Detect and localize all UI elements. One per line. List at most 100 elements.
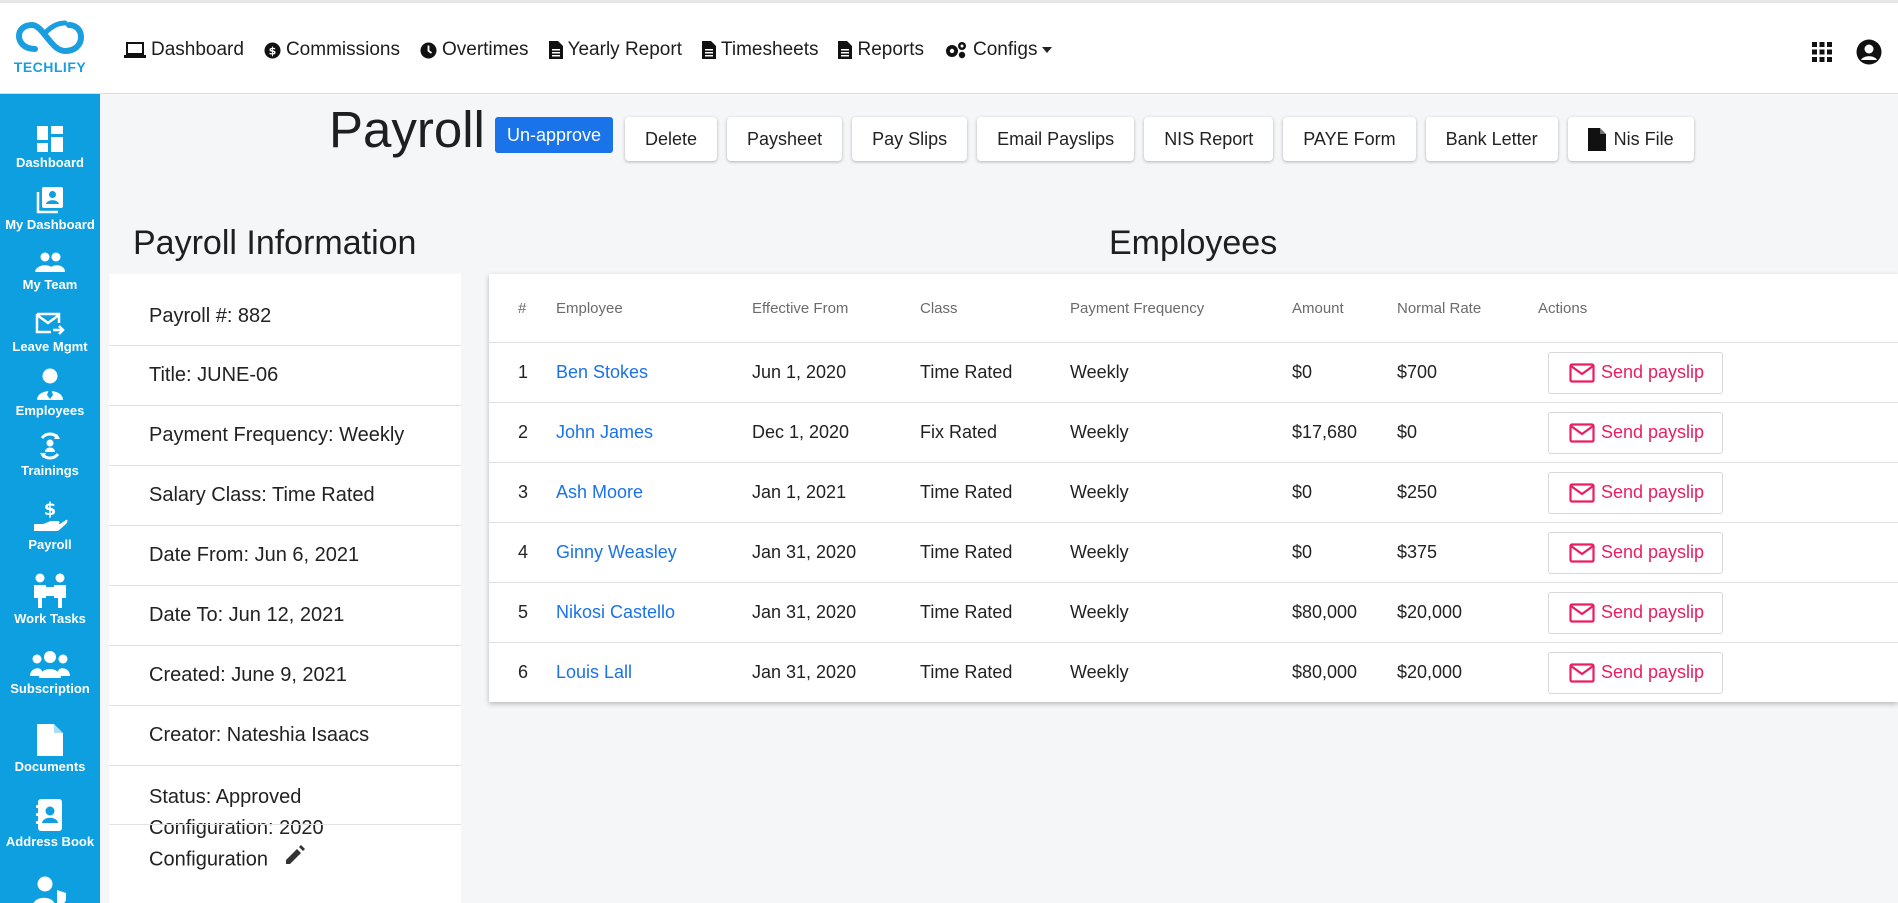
amount-cell: $80,000 (1292, 662, 1358, 682)
amount-cell: $0 (1292, 342, 1397, 403)
nav-configs-label: Configs (973, 39, 1038, 60)
sidebar-item-address-book[interactable]: Address Book (0, 799, 100, 849)
info-row-payroll-number: Payroll #: 882 (109, 274, 461, 346)
envelope-icon (1569, 602, 1595, 623)
sidebar-item-my-dashboard[interactable]: My Dashboard (0, 186, 100, 232)
frequency-cell: Weekly (1070, 402, 1292, 463)
nav-overtimes-label: Overtimes (441, 39, 529, 60)
info-row-payment-frequency: Payment Frequency: Weekly (109, 406, 461, 466)
info-status-configuration: Status: Approved Configuration: 2020 Con… (109, 766, 461, 876)
row-number: 6 (518, 662, 529, 682)
nis-file-button[interactable]: Nis File (1567, 117, 1694, 161)
group-icon (30, 651, 70, 678)
nav-timesheets[interactable]: Timesheets (701, 39, 818, 61)
payroll-action-toolbar: Delete Paysheet Pay Slips Email Payslips… (625, 117, 1704, 161)
table-header-row: # Employee Effective From Class Payment … (489, 274, 1898, 343)
send-payslip-button[interactable]: Send payslip (1548, 531, 1724, 574)
email-payslips-button[interactable]: Email Payslips (977, 117, 1135, 161)
employee-name-link[interactable]: Ginny Weasley (556, 542, 677, 562)
amount-cell: $80,000 (1292, 582, 1397, 643)
nis-report-button[interactable]: NIS Report (1144, 117, 1274, 161)
row-number: 1 (489, 342, 556, 403)
chevron-down-icon (1042, 47, 1053, 53)
frequency-cell: Weekly (1070, 582, 1292, 643)
send-payslip-button[interactable]: Send payslip (1548, 471, 1724, 514)
send-payslip-label: Send payslip (1601, 602, 1705, 622)
nav-dashboard[interactable]: Dashboard (124, 39, 244, 61)
send-payslip-button[interactable]: Send payslip (1548, 351, 1724, 394)
sidebar-item-label: Trainings (21, 463, 79, 478)
sidebar-item-subscription[interactable]: Subscription (0, 650, 100, 696)
nav-reports[interactable]: Reports (838, 39, 924, 61)
nav-overtimes[interactable]: Overtimes (420, 39, 529, 61)
sidebar-item-label: Dashboard (16, 155, 84, 170)
divider (109, 824, 461, 825)
class-cell: Time Rated (920, 342, 1070, 403)
employees-table: # Employee Effective From Class Payment … (489, 274, 1898, 702)
employee-name-link[interactable]: Ben Stokes (556, 362, 648, 382)
payroll-information-heading: Payroll Information (133, 224, 417, 262)
pay-slips-button[interactable]: Pay Slips (852, 117, 968, 161)
techlify-logo[interactable]: TECHLIFY (8, 19, 92, 81)
sidebar-item-leave-mgmt[interactable]: Leave Mgmt (0, 312, 100, 354)
gears-icon (946, 42, 967, 59)
top-right-tools (1788, 39, 1882, 65)
info-configuration-line2: Configuration (149, 848, 268, 871)
nav-configs-dropdown[interactable]: Configs (944, 39, 1053, 61)
table-row: 5 Nikosi Castello Jan 31, 2020 Time Rate… (489, 582, 1898, 643)
paye-form-button[interactable]: PAYE Form (1283, 117, 1416, 161)
address-book-icon (36, 799, 62, 831)
info-row-salary-class: Salary Class: Time Rated (109, 466, 461, 526)
sidebar-item-dashboard[interactable]: Dashboard (0, 126, 100, 170)
send-payslip-button[interactable]: Send payslip (1548, 411, 1724, 454)
effective-from-cell: Jan 31, 2020 (752, 662, 857, 682)
paysheet-button[interactable]: Paysheet (727, 117, 843, 161)
sidebar-item-my-team[interactable]: My Team (0, 252, 100, 292)
info-row-date-from: Date From: Jun 6, 2021 (109, 526, 461, 586)
document-icon (701, 41, 716, 59)
sidebar: Dashboard My Dashboard My Team Leave Mgm… (0, 94, 100, 903)
file-icon (37, 724, 63, 756)
un-approve-button[interactable]: Un-approve (495, 117, 614, 153)
sidebar-item-payroll[interactable]: $ Payroll (0, 498, 100, 552)
svg-text:$: $ (44, 499, 57, 520)
bank-letter-button[interactable]: Bank Letter (1425, 117, 1558, 161)
employee-icon (37, 368, 63, 400)
send-payslip-button[interactable]: Send payslip (1548, 591, 1724, 634)
nis-file-label: Nis File (1613, 128, 1674, 149)
clock-icon (420, 42, 437, 58)
employee-name-link[interactable]: Louis Lall (556, 662, 632, 682)
nav-yearly-report[interactable]: Yearly Report (548, 39, 682, 61)
sidebar-item-more[interactable] (0, 876, 100, 903)
row-number: 5 (489, 582, 556, 643)
employee-name-link[interactable]: Ash Moore (556, 482, 643, 502)
sidebar-item-employees[interactable]: Employees (0, 368, 100, 418)
sidebar-item-label: Payroll (28, 537, 72, 552)
user-account-icon[interactable] (1856, 39, 1882, 65)
table-row: 1 Ben Stokes Jun 1, 2020 Time Rated Week… (489, 342, 1898, 403)
apps-grid-icon[interactable] (1812, 42, 1832, 62)
sidebar-item-label: Documents (14, 759, 86, 774)
team-icon (35, 252, 65, 272)
employee-name-link[interactable]: John James (556, 422, 653, 442)
frequency-cell: Weekly (1070, 522, 1292, 583)
edit-pencil-icon[interactable] (284, 844, 306, 876)
frequency-cell: Weekly (1070, 662, 1129, 682)
sidebar-item-label: Subscription (10, 681, 90, 696)
envelope-icon (1569, 662, 1595, 683)
column-header-class: Class (920, 274, 1070, 343)
sidebar-item-work-tasks[interactable]: Work Tasks (0, 572, 100, 626)
employee-name-link[interactable]: Nikosi Castello (556, 602, 675, 622)
info-row-created: Created: June 9, 2021 (109, 646, 461, 706)
table-row: 4 Ginny Weasley Jan 31, 2020 Time Rated … (489, 522, 1898, 583)
row-number: 2 (489, 402, 556, 463)
sidebar-item-documents[interactable]: Documents (0, 724, 100, 774)
column-header-normal-rate: Normal Rate (1397, 274, 1538, 343)
sidebar-item-trainings[interactable]: Trainings (0, 432, 100, 478)
delete-button[interactable]: Delete (625, 117, 718, 161)
send-payslip-button[interactable]: Send payslip (1548, 651, 1724, 694)
nav-commissions[interactable]: $ Commissions (264, 39, 400, 61)
sidebar-item-label: My Dashboard (5, 217, 95, 232)
file-icon (1587, 127, 1606, 151)
mail-forward-icon (35, 312, 65, 335)
